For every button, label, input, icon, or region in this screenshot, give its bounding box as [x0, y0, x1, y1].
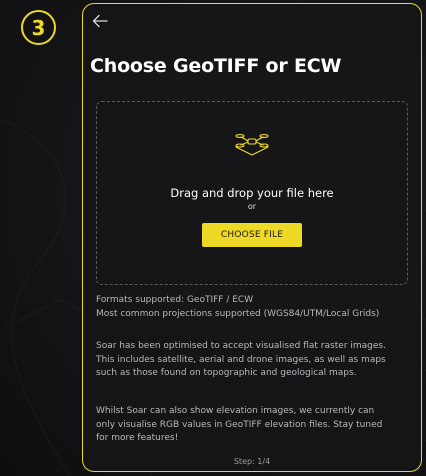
drone-icon — [235, 133, 269, 156]
or-label: or — [247, 202, 257, 211]
choose-file-button[interactable]: CHOOSE FILE — [202, 223, 302, 247]
upload-panel: Choose GeoTIFF or ECW Drag and drop your… — [82, 3, 422, 472]
info-line: for more features! — [96, 433, 179, 443]
arrow-left-icon[interactable] — [90, 11, 110, 31]
info-line: such as those found on topographic and g… — [96, 368, 357, 378]
elevation-info: Whilst Soar can also show elevation imag… — [96, 405, 414, 446]
step-indicator: Step: 1/4 — [233, 457, 271, 466]
info-line: Whilst Soar can also show elevation imag… — [96, 406, 375, 416]
optimised-info: Soar has been optimised to accept visual… — [96, 340, 414, 381]
info-line: only visualise RGB values in GeoTIFF ele… — [96, 419, 383, 430]
info-line: Formats supported: GeoTIFF / ECW — [96, 295, 254, 305]
file-dropzone[interactable]: Drag and drop your file here or CHOOSE F… — [96, 101, 408, 285]
info-line: Soar has been optimised to accept visual… — [96, 341, 386, 351]
info-line: This includes satellite, aerial and dron… — [96, 354, 386, 365]
page-title: Choose GeoTIFF or ECW — [90, 55, 342, 77]
app-screen: 3 Choose GeoTIFF or ECW Drag and drop yo… — [0, 0, 426, 476]
info-line: Most common projections supported (WGS84… — [96, 308, 380, 319]
step-number-badge: 3 — [21, 10, 56, 45]
formats-info: Formats supported: GeoTIFF / ECW Most co… — [96, 294, 414, 321]
drag-drop-label: Drag and drop your file here — [170, 186, 334, 200]
